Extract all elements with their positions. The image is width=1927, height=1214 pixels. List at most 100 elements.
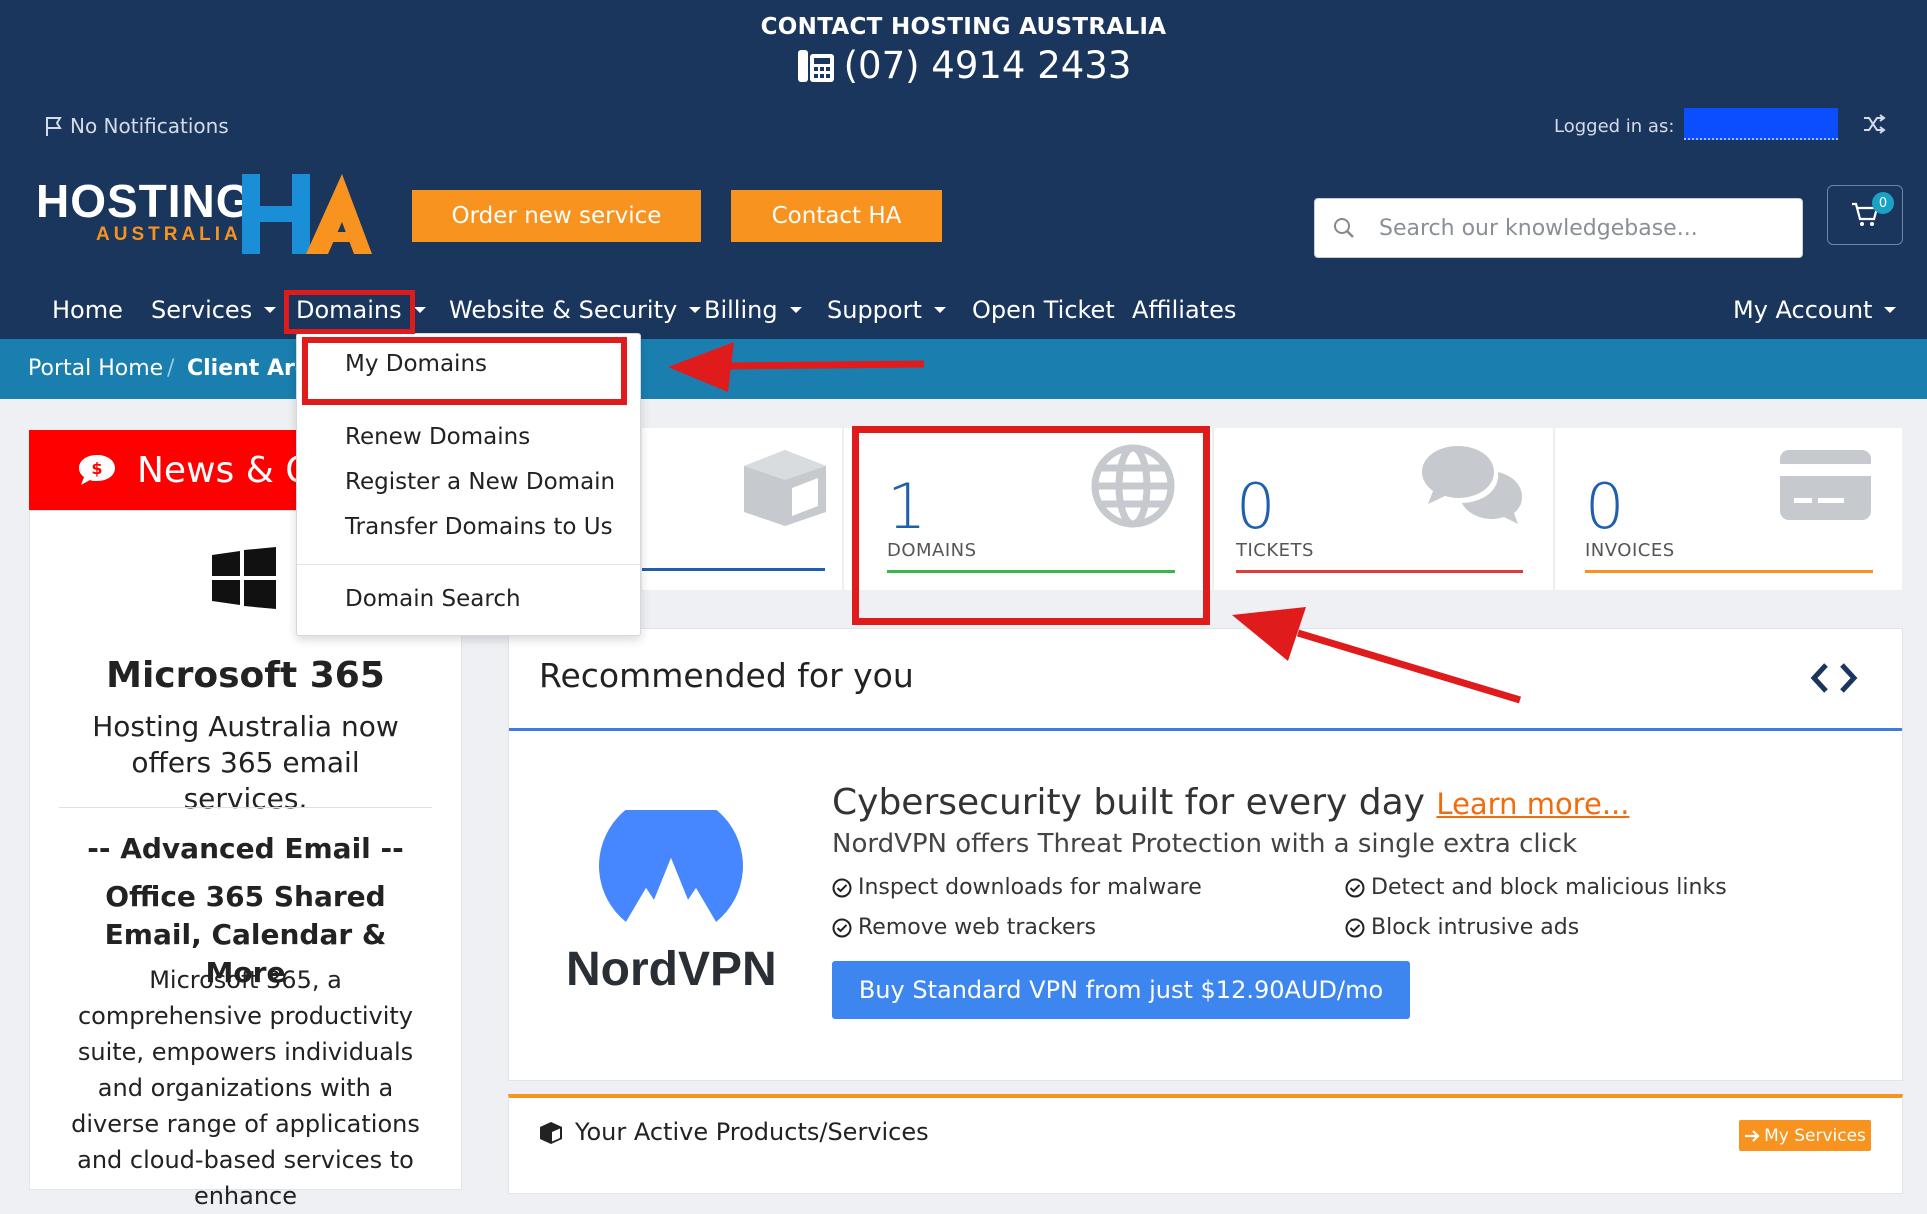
notifications-link[interactable]: No Notifications [44,114,229,138]
annotation-arrow-left-icon [668,342,925,392]
nav-affiliates[interactable]: Affiliates [1132,292,1236,328]
nav-website-security[interactable]: Website & Security [449,292,702,328]
feature-text: Block intrusive ads [1371,915,1580,940]
chevron-down-icon [264,307,277,313]
credit-card-icon [1780,450,1871,520]
cube-icon [540,1122,562,1144]
tile-separator [842,428,844,590]
my-services-label: My Services [1764,1125,1866,1146]
arrow-right-icon [1745,1129,1760,1142]
tickets-label: TICKETS [1236,540,1314,561]
feature-item: Remove web trackers [832,915,1096,940]
invoices-underline [1585,570,1873,573]
shuffle-icon[interactable] [1862,114,1886,134]
cart-button[interactable]: 0 [1827,185,1903,245]
menu-item-renew-domains[interactable]: Renew Domains [345,424,530,450]
offer-headline-text: Cybersecurity built for every day [832,782,1425,823]
nav-my-account-label: My Account [1733,296,1873,324]
offer-headline: Cybersecurity built for every day Learn … [832,782,1629,823]
logo-hosting: HOSTING [36,175,253,227]
contact-phone[interactable]: (07) 4914 2433 [0,44,1927,87]
check-circle-icon [832,878,852,897]
nav-services-label: Services [151,296,253,324]
check-circle-icon [832,918,852,937]
chevron-down-icon [689,307,702,313]
phone-number: (07) 4914 2433 [843,44,1132,87]
chevron-left-icon[interactable] [1808,662,1832,694]
nordvpn-brand: NordVPN [566,943,777,996]
contact-ha-button[interactable]: Contact HA [731,190,942,242]
chevron-down-icon [933,307,946,313]
invoices-tile[interactable]: 0 INVOICES [1585,428,1873,590]
nav-support-label: Support [827,296,922,324]
breadcrumb-separator: / [167,356,175,381]
news-body: Microsoft 365, a comprehensive productiv… [71,966,420,1210]
annotation-box-my-domains [302,337,627,405]
news-divider [59,807,432,808]
annotation-arrow-up-left-icon [1232,607,1522,704]
menu-item-register-domain[interactable]: Register a New Domain [345,469,615,495]
menu-item-domain-search[interactable]: Domain Search [345,586,521,612]
breadcrumb-portal-home[interactable]: Portal Home [28,356,163,381]
hosting-australia-logo[interactable]: HOSTING AUSTRALIA [36,172,376,258]
my-services-button[interactable]: My Services [1739,1120,1871,1151]
feature-text: Detect and block malicious links [1371,875,1727,900]
chevron-down-icon [789,307,802,313]
feature-item: Detect and block malicious links [1345,875,1727,900]
chevron-down-icon [1884,307,1897,313]
flag-icon [46,117,62,136]
invoices-count: 0 [1585,470,1625,543]
logged-in-user[interactable] [1684,108,1838,140]
feature-item: Block intrusive ads [1345,915,1579,940]
phone-icon [797,50,834,82]
tile-separator [1212,428,1214,590]
recommended-title: Recommended for you [539,656,914,695]
nav-my-account[interactable]: My Account [1733,292,1897,328]
tickets-tile[interactable]: 0 TICKETS [1236,428,1523,590]
learn-more-link[interactable]: Learn more... [1436,787,1629,821]
menu-item-transfer-domains[interactable]: Transfer Domains to Us [345,514,613,540]
search-input[interactable] [1377,214,1757,242]
news-heading: News & O [137,449,314,491]
tile-separator [1553,428,1555,590]
cart-count-badge: 0 [1872,192,1894,214]
windows-logo-icon [212,547,276,609]
check-circle-icon [1345,878,1365,897]
feature-item: Inspect downloads for malware [832,875,1202,900]
news-tagline: Hosting Australia now offers 365 email s… [92,710,399,815]
nav-website-security-label: Website & Security [449,296,678,324]
nav-billing[interactable]: Billing [704,292,802,328]
menu-divider [297,564,640,565]
nav-services[interactable]: Services [151,292,277,328]
check-circle-icon [1345,918,1365,937]
nordvpn-logo-icon [599,810,743,922]
annotation-box-domains-nav [284,290,415,334]
recommended-underline [509,728,1902,731]
active-products-title: Your Active Products/Services [575,1118,929,1146]
services-tile-underline [642,568,825,571]
box-icon[interactable] [740,448,830,528]
news-advanced-email: -- Advanced Email -- [87,832,404,865]
buy-vpn-button[interactable]: Buy Standard VPN from just $12.90AUD/mo [832,961,1410,1019]
offer-subline: NordVPN offers Threat Protection with a … [832,829,1578,859]
feature-text: Inspect downloads for malware [858,875,1202,900]
news-product-title: Microsoft 365 [106,655,385,696]
ha-mark-icon [242,174,372,254]
tickets-count: 0 [1236,470,1276,543]
nav-support[interactable]: Support [827,292,946,328]
chevron-right-icon[interactable] [1836,662,1860,694]
feature-text: Remove web trackers [858,915,1097,940]
nav-home[interactable]: Home [52,292,123,328]
notifications-text: No Notifications [70,114,229,138]
chevron-down-icon [413,307,426,313]
search-icon [1334,218,1354,238]
contact-title: CONTACT HOSTING AUSTRALIA [760,14,1167,40]
logo-australia: AUSTRALIA [96,224,242,245]
order-new-service-button[interactable]: Order new service [412,190,701,242]
nav-billing-label: Billing [704,296,778,324]
invoices-label: INVOICES [1585,540,1675,561]
annotation-box-domains-tile [852,426,1210,625]
nav-open-ticket[interactable]: Open Ticket [972,292,1115,328]
svg-text:$: $ [91,459,102,478]
knowledgebase-search[interactable] [1314,198,1803,258]
